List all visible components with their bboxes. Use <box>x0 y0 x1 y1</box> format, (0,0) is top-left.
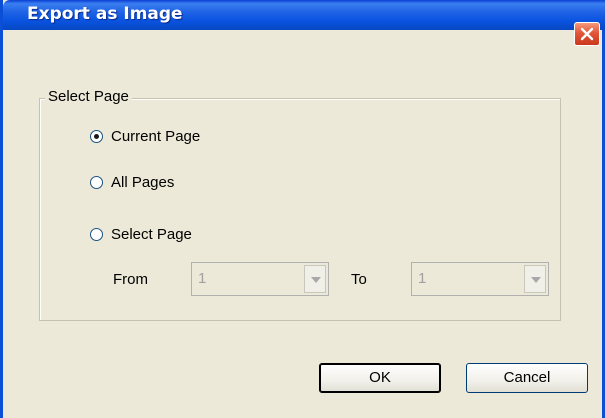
close-button[interactable] <box>574 22 600 46</box>
to-page-value: 1 <box>418 270 427 287</box>
radio-label: All Pages <box>111 174 175 191</box>
chevron-down-icon <box>531 277 541 283</box>
radio-button[interactable] <box>90 176 103 189</box>
radio-label: Select Page <box>111 226 192 243</box>
to-dropdown-button[interactable] <box>524 265 546 293</box>
radio-button[interactable] <box>90 228 103 241</box>
ok-button[interactable]: OK <box>319 363 441 393</box>
title-bar[interactable]: Export as Image <box>3 0 605 46</box>
from-page-select[interactable]: 1 <box>191 262 329 296</box>
cancel-button[interactable]: Cancel <box>466 363 588 393</box>
from-page-value: 1 <box>198 270 207 287</box>
chevron-down-icon <box>311 277 321 283</box>
radio-select-page[interactable]: Select Page <box>90 226 192 243</box>
close-icon <box>580 27 594 41</box>
radio-all-pages[interactable]: All Pages <box>90 174 174 191</box>
from-label: From <box>113 271 148 288</box>
radio-button[interactable] <box>90 130 103 143</box>
to-label: To <box>351 271 367 288</box>
radio-label: Current Page <box>111 128 201 145</box>
group-title: Select Page <box>45 88 132 105</box>
from-dropdown-button[interactable] <box>304 265 326 293</box>
export-dialog: Export as Image Select Page Current Page… <box>0 0 605 418</box>
to-page-select[interactable]: 1 <box>411 262 549 296</box>
window-title: Export as Image <box>27 4 183 24</box>
radio-current-page[interactable]: Current Page <box>90 128 200 145</box>
